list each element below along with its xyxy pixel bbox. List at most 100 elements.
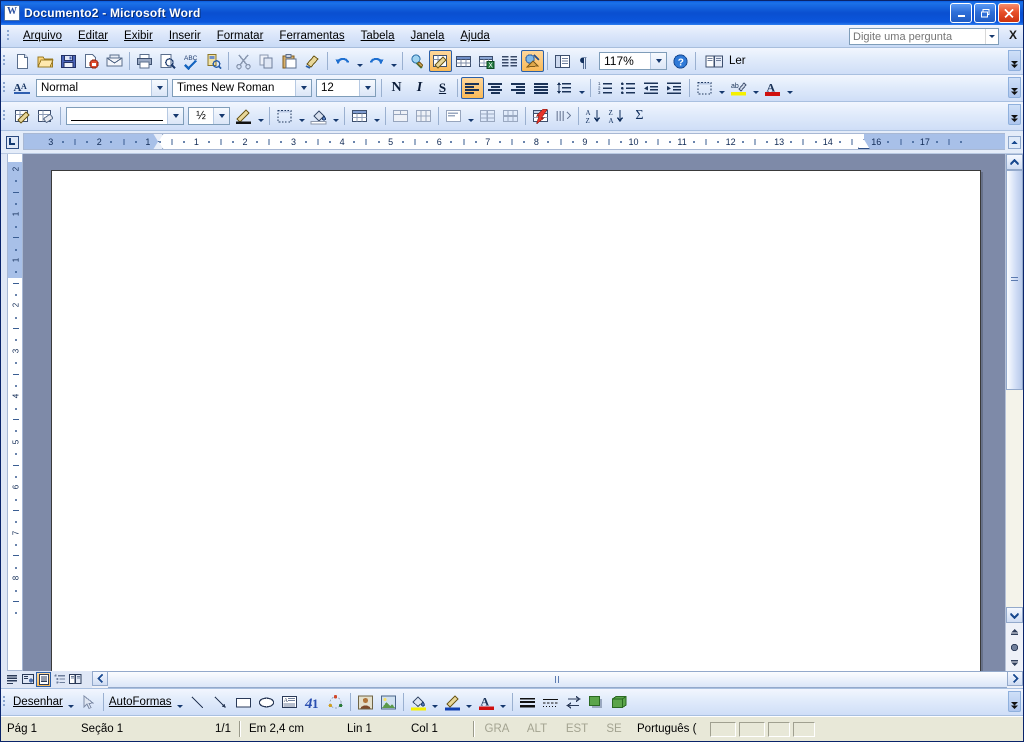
tables-toolbar-grip[interactable] — [1, 108, 8, 124]
next-page-button[interactable] — [1006, 655, 1023, 671]
menu-exibir[interactable]: Exibir — [116, 27, 161, 45]
align-top-left-cell-icon[interactable] — [442, 105, 465, 127]
status-indicator-est[interactable]: EST — [557, 721, 597, 737]
styles-and-formatting-icon[interactable]: A A — [11, 77, 34, 99]
zoom-dropdown-icon[interactable] — [650, 53, 666, 69]
standard-toolbar-grip[interactable] — [1, 53, 8, 69]
email-icon[interactable] — [103, 50, 126, 72]
highlight-color-dropdown-icon[interactable] — [750, 77, 761, 99]
align-justify-icon[interactable] — [530, 77, 553, 99]
close-document-button[interactable]: X — [1009, 28, 1017, 43]
autoshapes-dropdown-icon[interactable] — [175, 691, 186, 713]
align-left-icon[interactable] — [461, 77, 484, 99]
fill-color-dropdown-icon[interactable] — [430, 691, 441, 713]
diagram-icon[interactable] — [324, 691, 347, 713]
borders-dropdown-icon[interactable] — [273, 105, 296, 127]
bulleted-list-icon[interactable] — [617, 77, 640, 99]
drawing-icon[interactable] — [521, 50, 544, 72]
highlight-color-icon[interactable]: ab — [727, 77, 750, 99]
wordart-icon[interactable]: 4 1 — [301, 691, 324, 713]
scroll-left-arrow[interactable] — [92, 671, 108, 686]
show-formatting-marks-icon[interactable]: ¶ — [574, 50, 597, 72]
line-icon[interactable] — [186, 691, 209, 713]
line-color-dropdown-icon[interactable] — [464, 691, 475, 713]
sort-descending-icon[interactable]: Z A — [605, 105, 628, 127]
border-color-dropdown-icon[interactable] — [255, 105, 266, 127]
line-weight-combo[interactable]: ½ — [188, 107, 230, 125]
document-map-icon[interactable] — [551, 50, 574, 72]
align-center-icon[interactable] — [484, 77, 507, 99]
arrow-style-icon[interactable] — [562, 691, 585, 713]
outside-border-dropdown-icon[interactable] — [716, 77, 727, 99]
ask-a-question-input[interactable] — [850, 28, 985, 45]
increase-indent-icon[interactable] — [663, 77, 686, 99]
draw-table-icon[interactable] — [11, 105, 34, 127]
reading-layout-view-button[interactable] — [68, 672, 83, 687]
line-color-icon[interactable] — [441, 691, 464, 713]
undo-icon[interactable] — [331, 50, 354, 72]
horizontal-ruler[interactable]: 32112345678910111213141617 — [23, 133, 1005, 150]
normal-view-button[interactable] — [4, 672, 19, 687]
borders-dropdown-caret-icon[interactable] — [296, 105, 307, 127]
autosum-icon[interactable]: Σ — [628, 105, 651, 127]
save-disk-icon[interactable] — [57, 50, 80, 72]
new-document-icon[interactable] — [11, 50, 34, 72]
cut-scissors-icon[interactable] — [232, 50, 255, 72]
text-box-icon[interactable]: A — [278, 691, 301, 713]
previous-page-button[interactable] — [1006, 623, 1023, 639]
table-autoformat-icon[interactable] — [529, 105, 552, 127]
insert-table-icon[interactable] — [452, 50, 475, 72]
right-margin-band[interactable] — [864, 134, 1005, 149]
draw-menu-dropdown-icon[interactable] — [66, 691, 77, 713]
shading-color-icon[interactable] — [307, 105, 330, 127]
arrow-icon[interactable] — [209, 691, 232, 713]
insert-excel-sheet-icon[interactable]: X — [475, 50, 498, 72]
ask-a-question-box[interactable] — [849, 28, 999, 45]
menu-ajuda[interactable]: Ajuda — [452, 27, 497, 45]
merge-cells-icon[interactable] — [389, 105, 412, 127]
vertical-ruler[interactable]: 2112345678 — [7, 154, 23, 671]
horizontal-scrollbar[interactable] — [92, 671, 1023, 688]
align-right-icon[interactable] — [507, 77, 530, 99]
horizontal-scroll-thumb[interactable] — [108, 671, 1007, 688]
3d-style-icon[interactable] — [608, 691, 631, 713]
scroll-down-arrow[interactable] — [1006, 607, 1023, 623]
rectangle-icon[interactable] — [232, 691, 255, 713]
draw-menu-button[interactable]: Desenhar — [11, 696, 66, 708]
status-language[interactable]: Português ( — [631, 721, 702, 737]
italic-button[interactable]: I — [408, 77, 431, 99]
insert-clip-art-icon[interactable] — [354, 691, 377, 713]
web-layout-view-button[interactable] — [20, 672, 35, 687]
research-icon[interactable] — [202, 50, 225, 72]
distribute-rows-icon[interactable] — [476, 105, 499, 127]
print-icon[interactable] — [133, 50, 156, 72]
toolbar-options-overflow-button[interactable] — [1008, 50, 1021, 71]
status-indicator-gra[interactable]: GRA — [477, 721, 517, 737]
numbered-list-icon[interactable]: 123 — [594, 77, 617, 99]
font-size-combo[interactable]: 12 — [316, 79, 376, 97]
insert-table-caret-icon[interactable] — [371, 105, 382, 127]
font-dropdown-icon[interactable] — [295, 80, 311, 96]
menu-inserir[interactable]: Inserir — [161, 27, 209, 45]
fill-color-icon[interactable] — [407, 691, 430, 713]
menu-arquivo[interactable]: Arquivo — [15, 27, 70, 45]
columns-icon[interactable] — [498, 50, 521, 72]
menu-ferramentas[interactable]: Ferramentas — [271, 27, 352, 45]
eraser-icon[interactable] — [34, 105, 57, 127]
line-style-icon[interactable] — [516, 691, 539, 713]
print-preview-icon[interactable] — [156, 50, 179, 72]
vertical-scrollbar[interactable] — [1005, 154, 1023, 671]
shading-dropdown-icon[interactable] — [330, 105, 341, 127]
underline-button[interactable]: S — [431, 77, 454, 99]
line-spacing-dropdown-icon[interactable] — [576, 77, 587, 99]
sort-ascending-icon[interactable]: A Z — [582, 105, 605, 127]
split-cells-icon[interactable] — [412, 105, 435, 127]
vertical-scroll-thumb[interactable] — [1006, 170, 1023, 390]
format-painter-icon[interactable] — [301, 50, 324, 72]
bold-button[interactable]: N — [385, 77, 408, 99]
decrease-indent-icon[interactable] — [640, 77, 663, 99]
select-objects-arrow-icon[interactable] — [77, 691, 100, 713]
paste-icon[interactable] — [278, 50, 301, 72]
distribute-columns-icon[interactable] — [499, 105, 522, 127]
copy-icon[interactable] — [255, 50, 278, 72]
